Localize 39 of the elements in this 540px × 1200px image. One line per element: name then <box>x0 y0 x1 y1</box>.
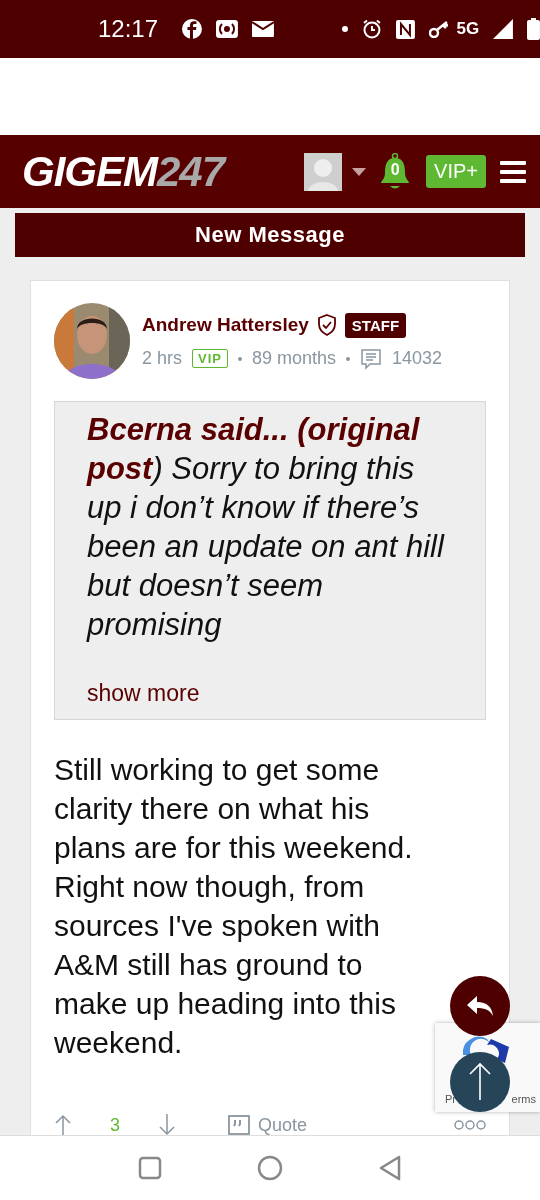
post-body: Still working to get some clarity there on what his plans are for this weekend. Right now though, from sources I've spoken with A&M still has ground to make up heading into this weekend. <box>54 752 414 1061</box>
more-options-icon[interactable] <box>454 1120 486 1130</box>
alarm-icon <box>361 19 382 39</box>
site-logo[interactable]: GIGEM247 <box>22 147 305 196</box>
upvote-icon[interactable] <box>54 1114 72 1136</box>
signal-icon <box>493 19 514 39</box>
home-icon[interactable] <box>257 1155 283 1181</box>
facebook-icon <box>182 19 202 39</box>
clock-time: 12:17 <box>98 15 159 43</box>
reply-icon <box>465 994 495 1018</box>
broadcast-icon <box>216 20 238 38</box>
comment-icon <box>360 347 383 370</box>
up-arrow-icon <box>468 1062 492 1102</box>
terms-link[interactable]: erms <box>511 1093 536 1105</box>
page-title-bar: New Message <box>15 213 525 257</box>
network-type: 5G <box>456 19 480 39</box>
mail-icon <box>251 21 274 37</box>
staff-badge: STAFF <box>344 312 407 338</box>
post-count: 14032 <box>392 348 443 369</box>
author-name[interactable]: Andrew Hattersley <box>142 314 309 336</box>
quote-icon <box>228 1115 250 1135</box>
downvote-icon[interactable] <box>158 1114 176 1136</box>
battery-icon <box>527 18 540 40</box>
quote-text: Bcerna said... (original post) Sorry to bring this up i don’t know if there’s been an update on ant hill but doesn’t seem promising <box>87 411 446 644</box>
notification-count: 0 <box>389 160 401 179</box>
vote-score: 3 <box>110 1114 120 1136</box>
back-icon[interactable] <box>378 1155 403 1181</box>
show-more-link[interactable]: show more <box>87 680 200 707</box>
vip-badge: VIP <box>192 349 228 368</box>
recents-icon[interactable] <box>137 1156 162 1180</box>
post-time: 2 hrs <box>142 348 183 369</box>
privacy-link[interactable]: Pr <box>445 1093 456 1105</box>
member-tenure: 89 months <box>252 348 337 369</box>
nfc-icon <box>395 19 415 39</box>
caret-icon[interactable] <box>352 167 367 176</box>
user-avatar-icon[interactable] <box>304 152 343 191</box>
notification-dot-icon <box>341 26 348 32</box>
key-icon <box>428 20 449 38</box>
menu-icon[interactable] <box>500 160 526 183</box>
